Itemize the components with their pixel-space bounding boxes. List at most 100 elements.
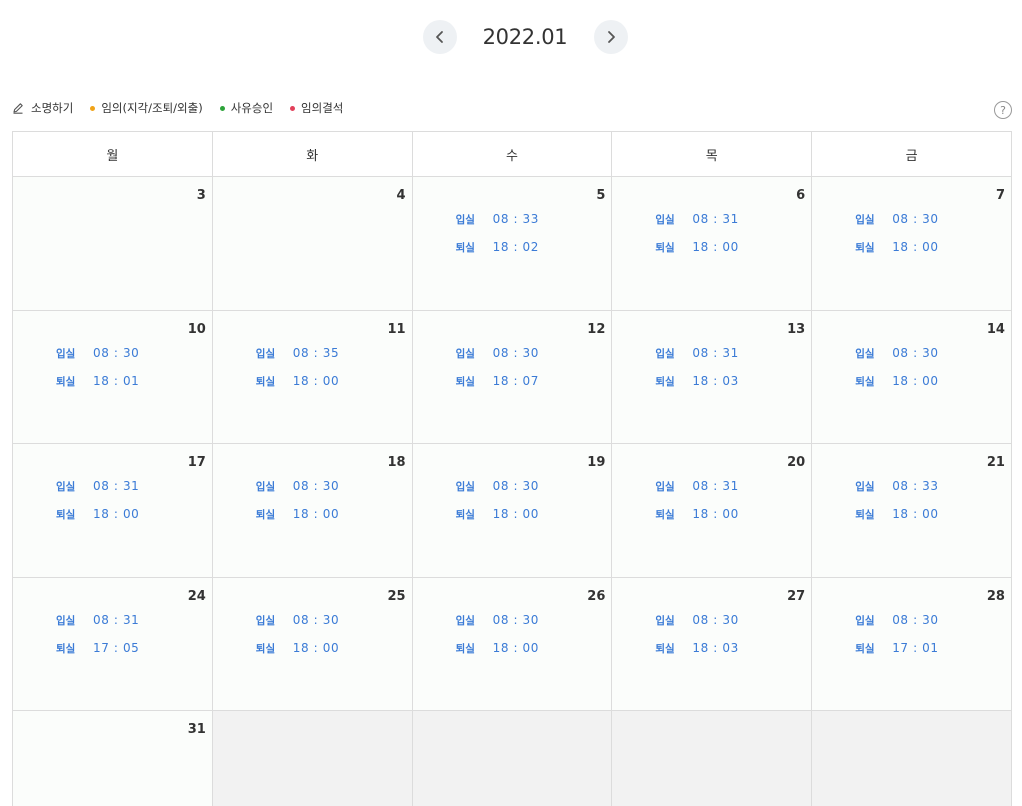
weekday-header-row: 월 화 수 목 금 [13,132,1012,177]
day-cell[interactable]: 25 입실 08 : 30 퇴실 18 : 00 [212,577,413,711]
check-in-record: 입실 08 : 31 [56,613,139,628]
check-out-label: 퇴실 [655,242,675,254]
day-cell[interactable]: 3 [13,177,213,311]
chevron-left-icon [436,31,443,43]
check-out-record: 퇴실 17 : 05 [56,641,139,656]
check-out-time: 18 : 00 [492,640,540,655]
day-number: 17 [187,455,206,470]
day-number: 5 [596,188,606,203]
check-out-label: 퇴실 [455,642,475,655]
day-cell[interactable]: 31 [13,711,213,806]
day-number: 11 [387,321,406,337]
day-cell[interactable]: 24 입실 08 : 31 퇴실 17 : 05 [13,577,213,711]
day-number: 25 [387,588,406,604]
check-in-time: 08 : 30 [492,479,540,493]
day-cell[interactable]: 5 입실 08 : 33 퇴실 18 : 02 [412,177,613,311]
day-number: 21 [986,455,1005,470]
day-cell[interactable]: 13 입실 08 : 31 퇴실 18 : 03 [612,310,813,444]
day-number: 27 [787,588,806,604]
check-in-record: 입실 08 : 31 [655,212,738,227]
check-in-label: 입실 [455,347,475,360]
day-cell[interactable]: 4 [212,177,413,311]
day-number: 3 [196,188,206,203]
check-out-label: 퇴실 [255,509,276,521]
day-cell[interactable]: 19 입실 08 : 30 퇴실 18 : 00 [412,444,613,578]
check-out-label: 퇴실 [655,375,675,388]
check-out-label: 퇴실 [455,375,475,388]
check-in-record: 입실 08 : 30 [456,479,539,494]
check-in-record: 입실 08 : 31 [655,479,738,494]
day-number: 20 [787,455,806,470]
check-in-label: 입실 [855,614,875,627]
check-out-record: 퇴실 18 : 00 [855,240,938,255]
check-out-record: 퇴실 18 : 00 [456,641,539,656]
empty-day-cell [412,711,613,806]
check-in-time: 08 : 30 [892,612,939,627]
check-out-label: 퇴실 [655,509,675,521]
check-in-record: 입실 08 : 30 [855,212,938,227]
check-out-record: 퇴실 18 : 00 [256,507,339,522]
weekday-header: 월 [13,132,213,177]
day-number: 24 [187,588,206,604]
check-out-time: 18 : 00 [292,640,340,655]
check-out-time: 18 : 00 [492,507,540,521]
check-out-time: 17 : 01 [892,640,939,655]
check-out-time: 18 : 03 [692,373,739,388]
red-dot-icon [290,105,296,111]
week-row: 3 4 5 입실 08 : 33 퇴실 18 : 02 6 입실 08 : 31 퇴실 18 : 00… [13,177,1012,311]
check-in-record: 입실 08 : 31 [56,479,139,494]
check-out-label: 퇴실 [56,375,76,388]
next-month-button[interactable] [594,20,628,54]
check-in-record: 입실 08 : 30 [56,346,139,361]
day-cell[interactable]: 10 입실 08 : 30 퇴실 18 : 01 [13,310,213,444]
previous-month-button[interactable] [423,20,457,54]
check-in-label: 입실 [855,481,875,493]
day-cell[interactable]: 28 입실 08 : 30 퇴실 17 : 01 [812,577,1012,711]
check-in-record: 입실 08 : 30 [456,346,539,361]
day-cell[interactable]: 20 입실 08 : 31 퇴실 18 : 00 [612,444,813,578]
check-in-time: 08 : 30 [692,612,739,627]
empty-day-cell [212,711,413,806]
week-row: 24 입실 08 : 31 퇴실 17 : 05 25 입실 08 : 30 퇴실 18 : 00… [13,577,1012,711]
write-explanation-label: 소명하기 [31,101,74,115]
day-cell[interactable]: 27 입실 08 : 30 퇴실 18 : 03 [612,577,813,711]
orange-dot-icon [90,105,96,111]
check-in-record: 입실 08 : 33 [855,479,938,494]
day-cell[interactable]: 7 입실 08 : 30 퇴실 18 : 00 [812,177,1012,311]
help-icon[interactable]: ? [994,101,1012,119]
write-explanation-button[interactable]: 소명하기 [12,100,73,116]
check-out-label: 퇴실 [255,375,276,388]
check-out-label: 퇴실 [855,642,875,655]
check-in-label: 입실 [655,614,675,627]
current-month-title: 2022.01 [482,25,568,49]
attendance-calendar: 월 화 수 목 금 3 4 5 입실 08 : 33 퇴실 18 : 02 6 입실 08 : 3… [12,131,1012,806]
day-cell[interactable]: 6 입실 08 : 31 퇴실 18 : 00 [612,177,813,311]
calendar-body: 3 4 5 입실 08 : 33 퇴실 18 : 02 6 입실 08 : 31 퇴실 18 : 00… [13,177,1012,806]
day-number: 4 [396,188,406,203]
check-in-label: 입실 [56,481,76,493]
empty-day-cell [612,711,813,806]
check-out-time: 18 : 00 [93,507,140,521]
check-in-record: 입실 08 : 35 [256,346,339,361]
day-cell[interactable]: 14 입실 08 : 30 퇴실 18 : 00 [812,310,1012,444]
check-in-time: 08 : 30 [892,212,939,226]
day-number: 19 [587,455,606,470]
day-cell[interactable]: 26 입실 08 : 30 퇴실 18 : 00 [412,577,613,711]
check-out-record: 퇴실 18 : 00 [256,374,339,389]
check-out-time: 18 : 07 [492,373,540,388]
day-cell[interactable]: 21 입실 08 : 33 퇴실 18 : 00 [812,444,1012,578]
day-number: 10 [187,321,206,337]
legend-item-absence: 임의결석 [290,100,343,116]
day-cell[interactable]: 17 입실 08 : 31 퇴실 18 : 00 [13,444,213,578]
check-in-time: 08 : 30 [492,612,540,627]
check-out-time: 18 : 02 [492,240,540,254]
check-in-label: 입실 [655,347,675,360]
check-out-label: 퇴실 [56,509,76,521]
check-in-time: 08 : 31 [692,345,739,360]
check-out-record: 퇴실 18 : 03 [655,641,738,656]
day-cell[interactable]: 11 입실 08 : 35 퇴실 18 : 00 [212,310,413,444]
day-cell[interactable]: 18 입실 08 : 30 퇴실 18 : 00 [212,444,413,578]
check-out-time: 18 : 00 [892,373,939,388]
check-out-time: 18 : 00 [692,240,739,254]
day-cell[interactable]: 12 입실 08 : 30 퇴실 18 : 07 [412,310,613,444]
